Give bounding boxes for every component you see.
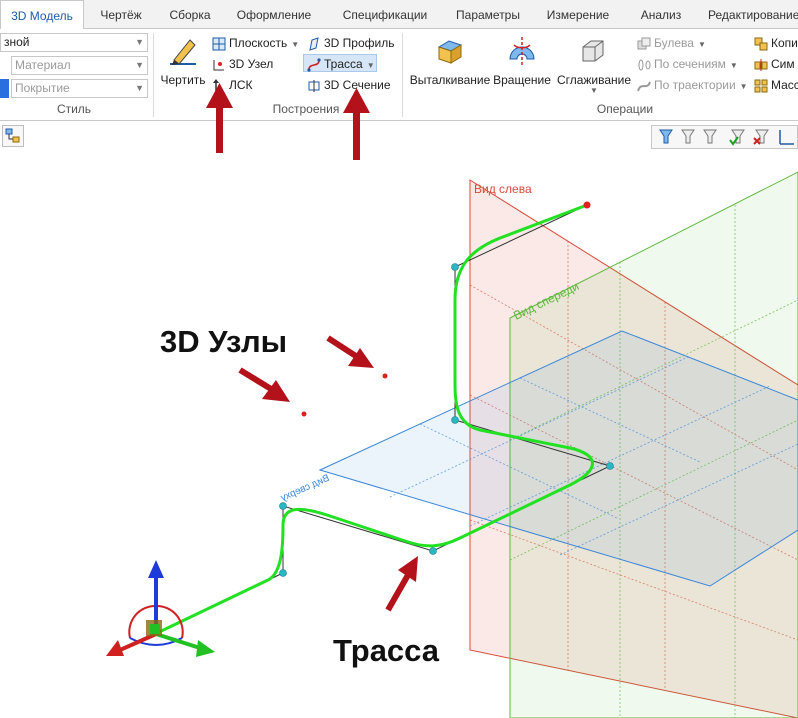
3d-node[interactable] <box>451 263 459 271</box>
3d-node[interactable] <box>451 416 459 424</box>
3d-node[interactable] <box>429 547 437 555</box>
arrow-icon <box>326 335 374 368</box>
arrow-icon <box>343 88 370 160</box>
3d-node-point[interactable] <box>382 373 388 379</box>
3d-node[interactable] <box>279 569 287 577</box>
arrow-icon <box>238 367 290 402</box>
annotation-trace-label: Трасса <box>333 633 440 668</box>
3d-viewport[interactable]: Вид слева Вид спереди Вид сверху 3D Узлы… <box>0 0 798 718</box>
arrow-icon <box>385 556 418 612</box>
3d-node[interactable] <box>279 502 287 510</box>
3d-node[interactable] <box>606 462 614 470</box>
left-view-plane-label: Вид слева <box>474 182 532 196</box>
arrow-icon <box>206 83 233 153</box>
top-view-plane-label: Вид сверху <box>279 473 331 504</box>
trace-end-point[interactable] <box>583 201 591 209</box>
3d-node-point[interactable] <box>301 411 307 417</box>
coordinate-triad-icon <box>106 560 215 657</box>
annotation-3d-nodes-label: 3D Узлы <box>160 324 287 359</box>
